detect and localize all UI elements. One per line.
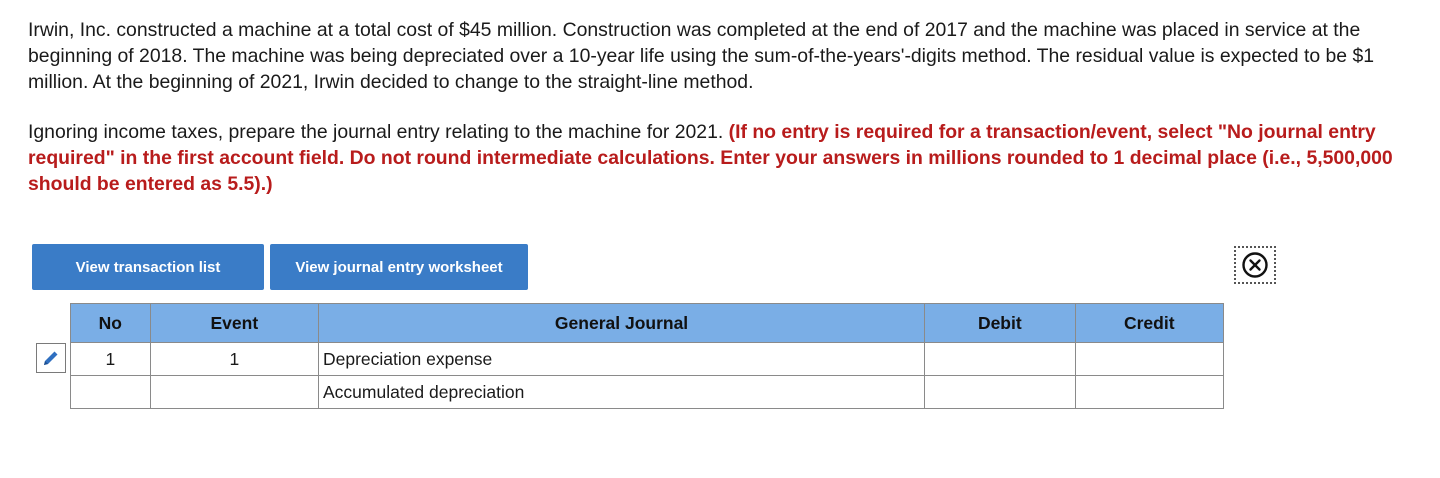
row-event (149, 375, 319, 409)
table-row: Accumulated depreciation (70, 375, 1225, 409)
row-event: 1 (149, 342, 319, 376)
header-event: Event (149, 303, 319, 343)
header-credit: Credit (1074, 303, 1225, 343)
row-credit[interactable] (1074, 342, 1225, 376)
view-journal-entry-worksheet-button[interactable]: View journal entry worksheet (270, 244, 528, 290)
row-no (70, 375, 151, 409)
header-debit: Debit (924, 303, 1076, 343)
row-no: 1 (70, 342, 151, 376)
row-credit[interactable] (1074, 375, 1225, 409)
problem-paragraph: Irwin, Inc. constructed a machine at a t… (28, 19, 1375, 93)
row-account[interactable]: Depreciation expense (317, 342, 926, 376)
close-circle-x-icon (1242, 252, 1268, 278)
close-button[interactable] (1234, 246, 1276, 284)
problem-text: Irwin, Inc. constructed a machine at a t… (28, 17, 1418, 197)
row-account[interactable]: Accumulated depreciation (317, 375, 926, 409)
table-row: 1 1 Depreciation expense (70, 342, 1225, 376)
edit-entry-button[interactable] (36, 343, 66, 373)
view-transaction-list-button[interactable]: View transaction list (32, 244, 264, 290)
pencil-icon (44, 351, 58, 365)
row-debit[interactable] (924, 375, 1076, 409)
general-journal-table: No Event General Journal Debit Credit 1 … (70, 303, 1225, 409)
header-no: No (70, 303, 151, 343)
row-debit[interactable] (924, 342, 1076, 376)
header-general-journal: General Journal (317, 303, 926, 343)
instruction-text: Ignoring income taxes, prepare the journ… (28, 121, 724, 143)
table-header-row: No Event General Journal Debit Credit (70, 303, 1225, 343)
instruction-paragraph: Ignoring income taxes, prepare the journ… (28, 119, 1418, 197)
